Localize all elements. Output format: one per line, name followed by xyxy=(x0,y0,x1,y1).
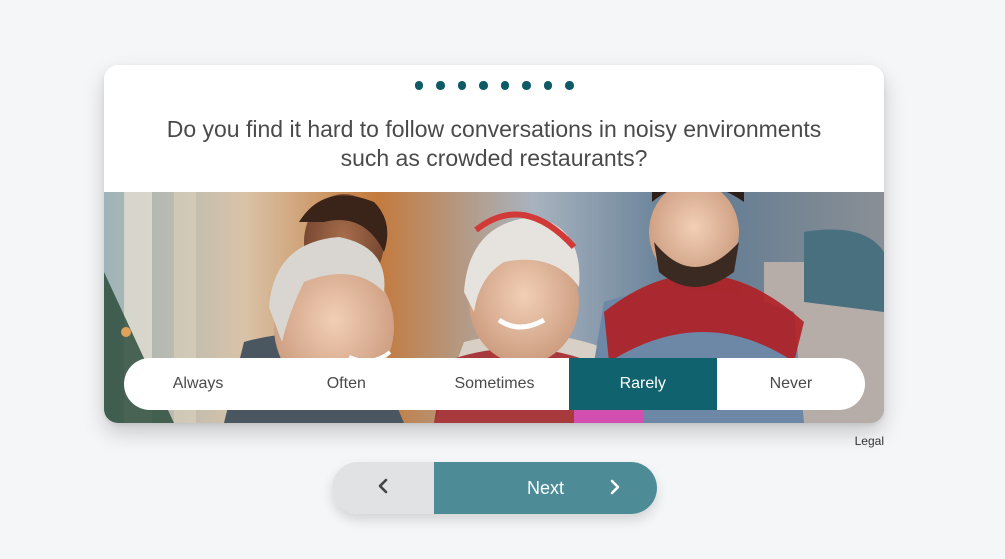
answer-often[interactable]: Often xyxy=(272,358,420,410)
progress-dot xyxy=(457,81,466,90)
progress-dot xyxy=(522,81,531,90)
question-text: Do you find it hard to follow conversati… xyxy=(166,116,822,171)
progress-dot xyxy=(565,81,574,90)
progress-dot xyxy=(479,81,488,90)
progress-dot xyxy=(500,81,509,90)
answer-rarely[interactable]: Rarely xyxy=(568,358,717,410)
answer-options: Always Often Sometimes Rarely Never xyxy=(124,358,865,410)
chevron-left-icon xyxy=(377,478,389,499)
next-button-label: Next xyxy=(526,477,564,498)
chevron-right-icon xyxy=(609,479,621,500)
next-button[interactable]: Next xyxy=(434,462,657,514)
progress-dot xyxy=(414,81,423,90)
progress-dots xyxy=(104,81,884,90)
back-button[interactable] xyxy=(332,462,434,514)
navigation-bar: Next xyxy=(332,462,657,514)
progress-dot xyxy=(436,81,445,90)
answer-sometimes[interactable]: Sometimes xyxy=(420,358,568,410)
progress-dot xyxy=(543,81,552,90)
answer-always[interactable]: Always xyxy=(124,358,272,410)
answer-never[interactable]: Never xyxy=(717,358,865,410)
question-card: Do you find it hard to follow conversati… xyxy=(104,65,884,423)
legal-link[interactable]: Legal xyxy=(855,434,884,448)
